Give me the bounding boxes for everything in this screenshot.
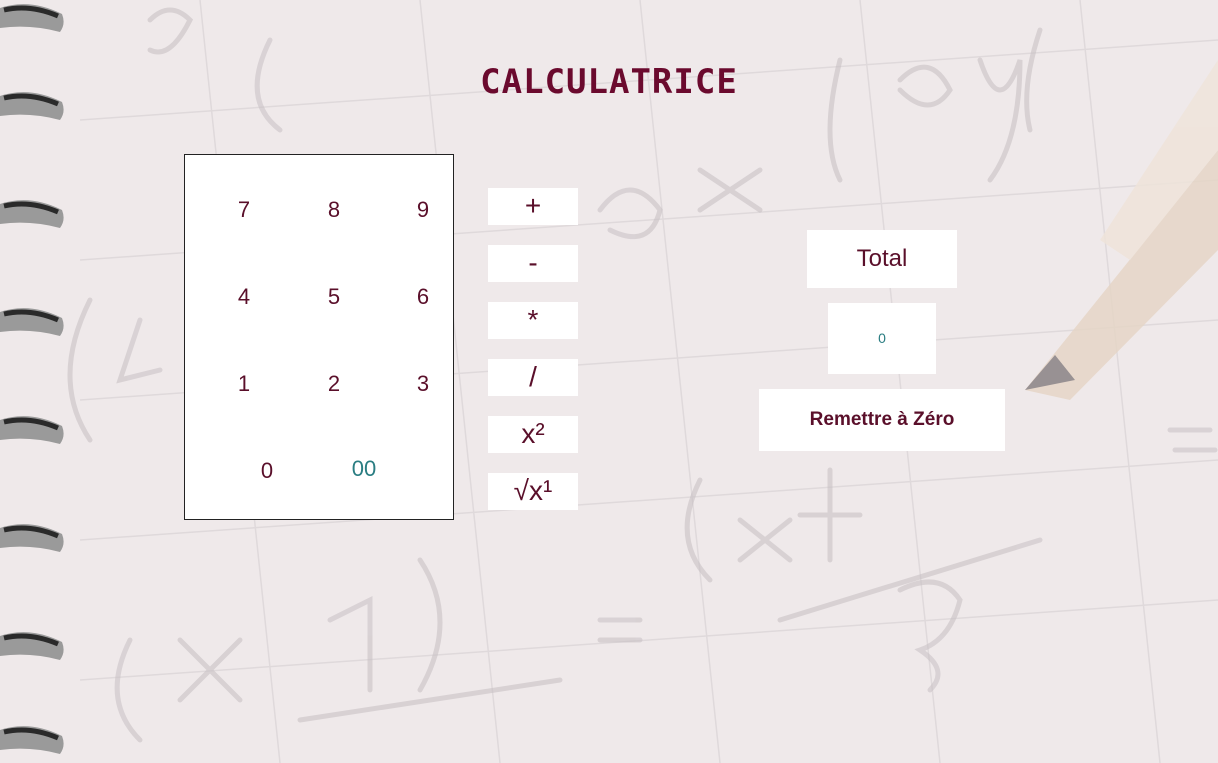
spiral-binding-ring-icon xyxy=(0,416,64,444)
double-zero-button[interactable]: 00 xyxy=(344,454,384,484)
total-label: Total xyxy=(807,230,957,288)
result-display: 0 xyxy=(828,303,936,374)
square-operator-button[interactable]: x² xyxy=(488,416,578,453)
digit-8-button[interactable]: 8 xyxy=(314,195,354,225)
math-notebook-background-icon xyxy=(67,0,1218,763)
digit-6-button[interactable]: 6 xyxy=(403,282,443,312)
notebook-background xyxy=(0,0,1218,763)
digit-7-button[interactable]: 7 xyxy=(224,195,264,225)
digit-2-button[interactable]: 2 xyxy=(314,369,354,399)
square-root-operator-button[interactable]: √x¹ xyxy=(488,473,578,510)
divide-operator-button[interactable]: / xyxy=(488,359,578,396)
subtract-operator-button[interactable]: - xyxy=(488,245,578,282)
number-keypad: 7 8 9 4 5 6 1 2 3 0 00 xyxy=(184,154,454,520)
spiral-binding-ring-icon xyxy=(0,4,64,32)
reset-button[interactable]: Remettre à Zéro xyxy=(759,389,1005,451)
spiral-binding-ring-icon xyxy=(0,726,64,754)
digit-1-button[interactable]: 1 xyxy=(224,369,264,399)
page-title: CALCULATRICE xyxy=(480,62,738,102)
add-operator-button[interactable]: + xyxy=(488,188,578,225)
digit-4-button[interactable]: 4 xyxy=(224,282,264,312)
digit-0-button[interactable]: 0 xyxy=(247,456,287,486)
digit-5-button[interactable]: 5 xyxy=(314,282,354,312)
spiral-binding-ring-icon xyxy=(0,200,64,228)
spiral-binding-ring-icon xyxy=(0,524,64,552)
spiral-binding-ring-icon xyxy=(0,308,64,336)
spiral-binding-ring-icon xyxy=(0,632,64,660)
digit-3-button[interactable]: 3 xyxy=(403,369,443,399)
digit-9-button[interactable]: 9 xyxy=(403,195,443,225)
multiply-operator-button[interactable]: * xyxy=(488,302,578,339)
